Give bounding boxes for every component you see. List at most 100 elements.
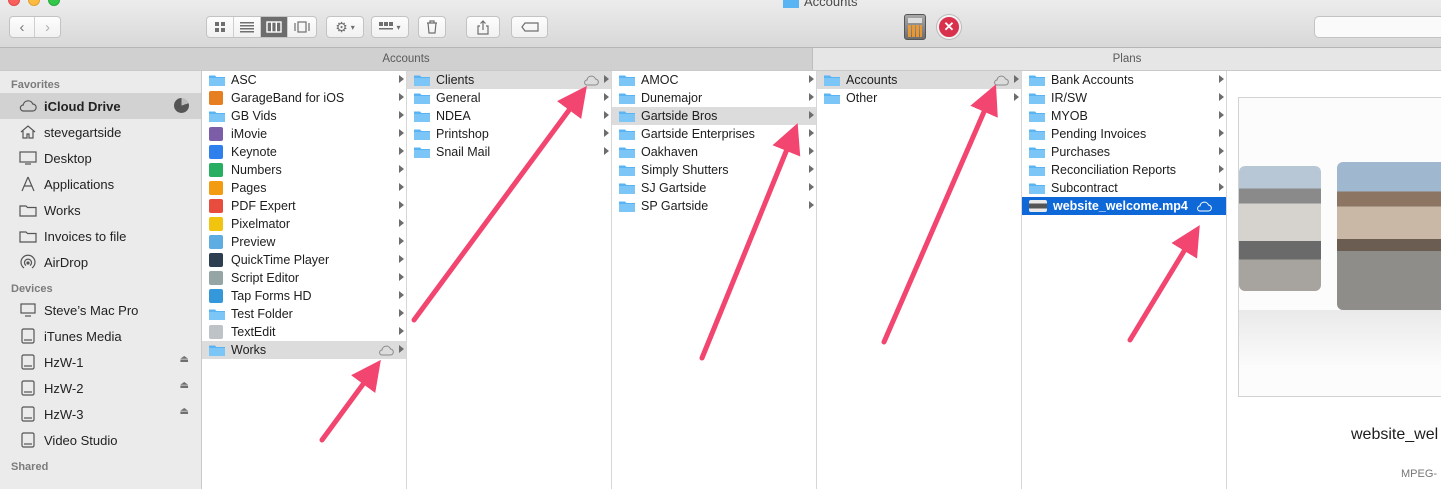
icloud-icon bbox=[18, 98, 38, 114]
close-window-button[interactable] bbox=[8, 0, 20, 6]
skitch-icon[interactable]: ✕ bbox=[937, 15, 961, 39]
column-item-label: AMOC bbox=[641, 73, 679, 87]
disclosure-arrow-icon bbox=[1219, 129, 1224, 137]
column-item-sj-gartside[interactable]: SJ Gartside bbox=[612, 179, 816, 197]
column-item-purchases[interactable]: Purchases bbox=[1022, 143, 1226, 161]
trash-button[interactable] bbox=[418, 16, 446, 38]
column-item-label: Simply Shutters bbox=[641, 163, 729, 177]
column-item-preview[interactable]: Preview bbox=[202, 233, 406, 251]
column-item-asc[interactable]: ASC bbox=[202, 71, 406, 89]
list-view-button[interactable] bbox=[234, 17, 261, 37]
zoom-window-button[interactable] bbox=[48, 0, 60, 6]
disclosure-arrow-icon bbox=[809, 129, 814, 137]
forward-button[interactable]: › bbox=[35, 17, 60, 37]
column-item-textedit[interactable]: TextEdit bbox=[202, 323, 406, 341]
column-item-quicktime-player[interactable]: QuickTime Player bbox=[202, 251, 406, 269]
app-icon bbox=[209, 127, 223, 141]
sidebar-item-hzw-3[interactable]: HzW-3 ⏏ bbox=[0, 401, 201, 427]
sidebar-item-itunes-media[interactable]: iTunes Media bbox=[0, 323, 201, 349]
sidebar-item-stevegartside[interactable]: stevegartside bbox=[0, 119, 201, 145]
column-item-pending-invoices[interactable]: Pending Invoices bbox=[1022, 125, 1226, 143]
path-header-accounts[interactable]: Accounts bbox=[0, 48, 812, 70]
column-item-label: IR/SW bbox=[1051, 91, 1088, 105]
action-menu-button[interactable]: ⚙ ▾ bbox=[326, 16, 364, 38]
column-item-subcontract[interactable]: Subcontract bbox=[1022, 179, 1226, 197]
column-item-general[interactable]: General bbox=[407, 89, 611, 107]
column-item-website-welcome-mp4[interactable]: website_welcome.mp4 bbox=[1022, 197, 1226, 215]
browser-column-5: Bank Accounts IR/SW MYOB Pending Invoices Pu… bbox=[1022, 71, 1227, 489]
column-item-oakhaven[interactable]: Oakhaven bbox=[612, 143, 816, 161]
search-input[interactable] bbox=[1314, 16, 1441, 38]
column-item-pixelmator[interactable]: Pixelmator bbox=[202, 215, 406, 233]
column-item-reconciliation-reports[interactable]: Reconciliation Reports bbox=[1022, 161, 1226, 179]
icon-view-button[interactable] bbox=[207, 17, 234, 37]
disclosure-arrow-icon bbox=[809, 111, 814, 119]
column-item-printshop[interactable]: Printshop bbox=[407, 125, 611, 143]
column-item-ir-sw[interactable]: IR/SW bbox=[1022, 89, 1226, 107]
sidebar-item-airdrop[interactable]: AirDrop bbox=[0, 249, 201, 275]
view-mode-control bbox=[206, 16, 317, 38]
back-button[interactable]: ‹ bbox=[10, 17, 36, 37]
column-item-ndea[interactable]: NDEA bbox=[407, 107, 611, 125]
folder-icon bbox=[414, 93, 430, 104]
column-item-dunemajor[interactable]: Dunemajor bbox=[612, 89, 816, 107]
sidebar-item-works[interactable]: Works bbox=[0, 197, 201, 223]
column-item-test-folder[interactable]: Test Folder bbox=[202, 305, 406, 323]
preview-file-kind: MPEG- bbox=[1401, 468, 1438, 480]
cover-flow-button[interactable] bbox=[288, 17, 316, 37]
column-item-pages[interactable]: Pages bbox=[202, 179, 406, 197]
column-item-works[interactable]: Works bbox=[202, 341, 406, 359]
column-item-amoc[interactable]: AMOC bbox=[612, 71, 816, 89]
tag-button[interactable] bbox=[511, 16, 548, 38]
column-item-keynote[interactable]: Keynote bbox=[202, 143, 406, 161]
eject-icon[interactable]: ⏏ bbox=[180, 380, 189, 391]
column-item-pdf-expert[interactable]: PDF Expert bbox=[202, 197, 406, 215]
sidebar-item-hzw-2[interactable]: HzW-2 ⏏ bbox=[0, 375, 201, 401]
column-item-myob[interactable]: MYOB bbox=[1022, 107, 1226, 125]
column-item-sp-gartside[interactable]: SP Gartside bbox=[612, 197, 816, 215]
minimize-window-button[interactable] bbox=[28, 0, 40, 6]
column-item-bank-accounts[interactable]: Bank Accounts bbox=[1022, 71, 1226, 89]
column-item-gb-vids[interactable]: GB Vids bbox=[202, 107, 406, 125]
sidebar-item-invoices-to-file[interactable]: Invoices to file bbox=[0, 223, 201, 249]
column-item-imovie[interactable]: iMovie bbox=[202, 125, 406, 143]
arrange-menu-button[interactable]: ▾ bbox=[371, 16, 409, 38]
path-header-plans[interactable]: Plans bbox=[812, 48, 1441, 70]
column-item-clients[interactable]: Clients bbox=[407, 71, 611, 89]
sidebar-item-video-studio[interactable]: Video Studio bbox=[0, 427, 201, 453]
sidebar-item-applications[interactable]: Applications bbox=[0, 171, 201, 197]
sidebar-item-label: HzW-1 bbox=[44, 354, 84, 370]
sidebar-item-label: Steve’s Mac Pro bbox=[44, 302, 139, 318]
column-item-simply-shutters[interactable]: Simply Shutters bbox=[612, 161, 816, 179]
disclosure-arrow-icon bbox=[399, 273, 404, 281]
column-item-gartside-enterprises[interactable]: Gartside Enterprises bbox=[612, 125, 816, 143]
column-item-gartside-bros[interactable]: Gartside Bros bbox=[612, 107, 816, 125]
sidebar-item-label: HzW-3 bbox=[44, 406, 84, 422]
window-title-text: Accounts bbox=[804, 0, 858, 9]
share-button[interactable] bbox=[466, 16, 500, 38]
column-item-label: Gartside Bros bbox=[641, 109, 718, 123]
column-item-label: website_welcome.mp4 bbox=[1053, 199, 1188, 213]
preview-pane: website_wel MPEG- bbox=[1227, 71, 1441, 489]
video-thumbnail[interactable] bbox=[1238, 97, 1441, 397]
sidebar-item-desktop[interactable]: Desktop bbox=[0, 145, 201, 171]
column-item-numbers[interactable]: Numbers bbox=[202, 161, 406, 179]
column-item-accounts[interactable]: Accounts bbox=[817, 71, 1021, 89]
column-item-other[interactable]: Other bbox=[817, 89, 1021, 107]
eject-icon[interactable]: ⏏ bbox=[180, 354, 189, 365]
folder-icon bbox=[1029, 93, 1045, 104]
disclosure-arrow-icon bbox=[1219, 93, 1224, 101]
sidebar-item-hzw-1[interactable]: HzW-1 ⏏ bbox=[0, 349, 201, 375]
column-item-label: Script Editor bbox=[231, 271, 300, 285]
column-item-label: SP Gartside bbox=[641, 199, 709, 213]
column-view-button[interactable] bbox=[261, 17, 288, 37]
folder-icon bbox=[414, 147, 430, 158]
calculator-icon[interactable] bbox=[904, 14, 926, 40]
column-item-script-editor[interactable]: Script Editor bbox=[202, 269, 406, 287]
column-item-snail-mail[interactable]: Snail Mail bbox=[407, 143, 611, 161]
sidebar-item-steves-mac-pro[interactable]: Steve’s Mac Pro bbox=[0, 297, 201, 323]
column-item-tap-forms-hd[interactable]: Tap Forms HD bbox=[202, 287, 406, 305]
sidebar-item-icloud-drive[interactable]: iCloud Drive bbox=[0, 93, 201, 119]
eject-icon[interactable]: ⏏ bbox=[180, 406, 189, 417]
column-item-garageband-for-ios[interactable]: GarageBand for iOS bbox=[202, 89, 406, 107]
